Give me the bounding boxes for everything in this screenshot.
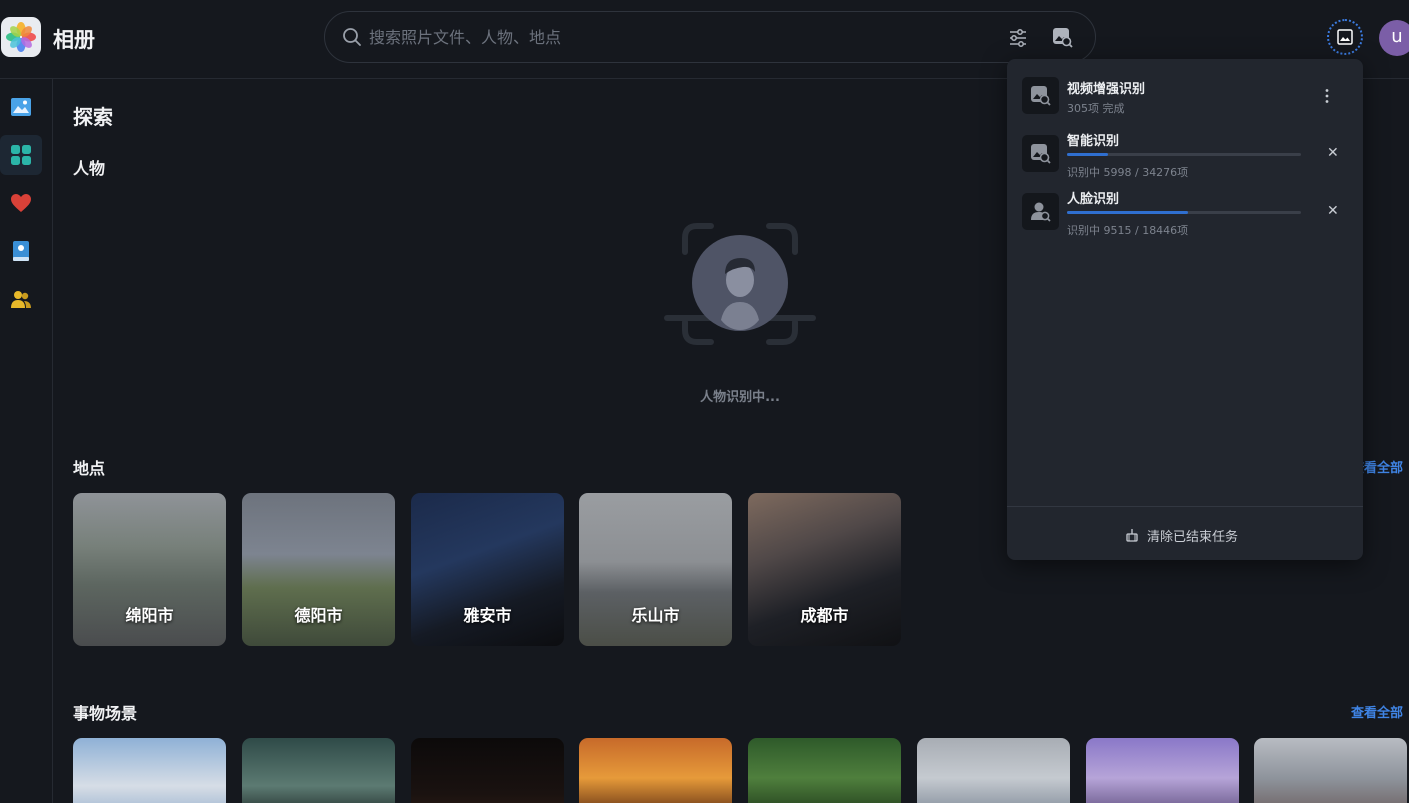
task-status: 识别中 9515 / 18446项 [1067, 224, 1189, 237]
sidebar [0, 79, 53, 803]
face-scan-icon [664, 223, 816, 345]
task-name: 人脸识别 [1067, 192, 1120, 207]
broom-icon [1126, 529, 1138, 542]
place-card-label: 绵阳市 [125, 606, 174, 625]
search-icon [343, 28, 361, 46]
user-avatar[interactable]: u [1379, 20, 1409, 56]
explore-icon [11, 145, 31, 165]
people-icon [11, 291, 31, 308]
place-card-leshan[interactable]: 乐山市 [579, 493, 732, 646]
task-panel-footer: 清除已结束任务 [1007, 506, 1363, 560]
task-name: 智能识别 [1067, 134, 1120, 149]
image-search-icon[interactable] [1052, 27, 1073, 48]
people-heading: 人物 [73, 159, 106, 178]
sidebar-item-albums[interactable] [0, 231, 42, 271]
more-options-icon[interactable] [1318, 87, 1336, 109]
scene-card[interactable] [1254, 738, 1407, 803]
place-card-mianyang[interactable]: 绵阳市 [73, 493, 226, 646]
task-name: 视频增强识别 [1067, 82, 1146, 97]
task-progress-bar [1067, 211, 1301, 214]
task-item: 人脸识别 识别中 9515 / 18446项 ✕ [1022, 192, 1352, 237]
people-status-text: 人物识别中... [700, 390, 780, 405]
heart-icon [11, 194, 31, 212]
scene-card[interactable] [411, 738, 564, 803]
place-card-yaan[interactable]: 雅安市 [411, 493, 564, 646]
close-icon[interactable]: ✕ [1327, 145, 1339, 161]
face-recognition-icon [1022, 193, 1059, 230]
clear-finished-tasks-button[interactable]: 清除已结束任务 [1125, 526, 1238, 545]
scene-card[interactable] [917, 738, 1070, 803]
scene-card[interactable] [748, 738, 901, 803]
task-progress-button[interactable] [1327, 19, 1363, 55]
album-book-icon [13, 241, 29, 261]
place-card-chengdu[interactable]: 成都市 [748, 493, 901, 646]
task-panel: 视频增强识别 305项 完成 智能识别 识别中 5998 / 34276项 ✕ [1007, 59, 1363, 560]
close-icon[interactable]: ✕ [1327, 203, 1339, 219]
task-progress-fill [1067, 211, 1188, 214]
scenes-see-all-link[interactable]: 查看全部 [1351, 702, 1403, 721]
place-card-label: 成都市 [800, 606, 849, 625]
task-item: 视频增强识别 305项 完成 [1022, 77, 1352, 117]
photos-logo-icon [1, 17, 41, 57]
task-status: 识别中 5998 / 34276项 [1067, 166, 1189, 179]
search-input[interactable] [369, 24, 989, 50]
place-card-label: 雅安市 [463, 606, 512, 625]
page-title: 探索 [73, 105, 113, 129]
place-card-deyang[interactable]: 德阳市 [242, 493, 395, 646]
scene-card[interactable] [579, 738, 732, 803]
task-progress-bar [1067, 153, 1301, 156]
task-status: 305项 完成 [1067, 102, 1125, 115]
place-card-label: 乐山市 [631, 606, 680, 625]
sidebar-item-explore[interactable] [0, 135, 42, 175]
scene-card[interactable] [73, 738, 226, 803]
clear-finished-tasks-label: 清除已结束任务 [1147, 530, 1239, 545]
smart-recognition-icon [1022, 135, 1059, 172]
video-recognition-icon [1022, 77, 1059, 114]
sidebar-item-shared[interactable] [0, 279, 42, 319]
place-card-label: 德阳市 [294, 606, 343, 625]
task-item: 智能识别 识别中 5998 / 34276项 ✕ [1022, 134, 1352, 179]
scene-card[interactable] [1086, 738, 1239, 803]
scene-card[interactable] [242, 738, 395, 803]
sidebar-item-photos[interactable] [0, 87, 42, 127]
filter-sliders-icon[interactable] [1008, 28, 1028, 48]
app-title: 相册 [53, 28, 95, 52]
places-heading: 地点 [73, 459, 106, 478]
sidebar-item-favorites[interactable] [0, 183, 42, 223]
photo-icon [11, 98, 31, 116]
search-bar [324, 11, 1096, 63]
scenes-heading: 事物场景 [73, 704, 138, 723]
image-icon [1337, 29, 1353, 45]
task-progress-fill [1067, 153, 1108, 156]
